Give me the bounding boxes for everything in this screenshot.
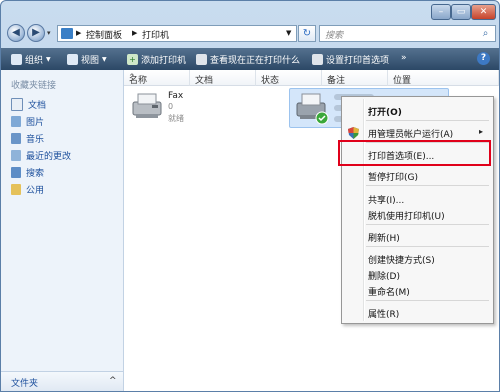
address-separator[interactable]: ▶: [76, 29, 81, 37]
folders-bar[interactable]: 文件夹 ^: [1, 371, 124, 391]
sidebar-item-label: 最近的更改: [26, 152, 72, 162]
printer-queue-icon: [196, 54, 207, 65]
menu-separator: [366, 246, 489, 247]
menu-item-sharing[interactable]: 共享(I)...: [368, 193, 404, 206]
views-icon: [67, 54, 78, 65]
navigation-pane: 收藏夹链接 文档 图片 音乐 最近的更改 搜索 公用: [1, 70, 124, 371]
menu-item-properties[interactable]: 属性(R): [368, 307, 399, 320]
search-icon[interactable]: ⌕: [479, 27, 492, 40]
column-label: 状态: [261, 76, 280, 86]
menu-separator: [366, 185, 489, 186]
public-folder-icon: [11, 184, 21, 195]
menu-item-run-as-admin[interactable]: 用管理员帐户运行(A): [368, 127, 453, 140]
menu-item-refresh[interactable]: 刷新(H): [368, 231, 400, 244]
menu-separator: [366, 120, 489, 121]
sidebar-item-label: 文档: [28, 101, 47, 111]
sidebar-item-recent-changes[interactable]: 最近的更改: [11, 149, 71, 162]
refresh-icon[interactable]: ↻: [298, 25, 316, 42]
breadcrumb-separator[interactable]: ▶: [132, 29, 137, 37]
context-menu: 打开(O) 用管理员帐户运行(A) ▸ 打印首选项(E)... 暂停打印(G) …: [341, 96, 494, 324]
more-label: »: [401, 53, 407, 63]
menu-gutter: [363, 99, 365, 321]
sidebar-item-search[interactable]: 搜索: [11, 166, 44, 179]
uac-shield-icon: [348, 127, 359, 139]
add-printer-label: 添加打印机: [141, 56, 187, 66]
menu-separator: [366, 224, 489, 225]
column-header-comments[interactable]: 备注: [322, 70, 388, 86]
organize-icon: [11, 54, 22, 65]
menu-item-rename[interactable]: 重命名(M): [368, 285, 410, 298]
column-header-status[interactable]: 状态: [256, 70, 322, 86]
music-icon: [11, 133, 21, 144]
more-commands-button[interactable]: »: [401, 53, 407, 63]
sort-ascending-icon: ^: [129, 73, 135, 81]
forward-button[interactable]: ▶: [27, 24, 45, 42]
column-header-name[interactable]: 名称 ^: [124, 70, 190, 86]
search-icon: [11, 167, 21, 178]
submenu-arrow-icon: ▸: [479, 127, 484, 136]
folders-label: 文件夹: [11, 379, 39, 389]
control-panel-icon: [61, 28, 73, 39]
command-bar: 组织 ▼ 视图 ▼ + 添加打印机 查看现在正在打印什么 设置打印首选项 »: [1, 48, 499, 70]
chevron-up-icon[interactable]: ^: [109, 376, 117, 386]
column-header-documents[interactable]: 文档: [190, 70, 256, 86]
see-printing-label: 查看现在正在打印什么: [210, 56, 301, 66]
recent-changes-icon: [11, 150, 21, 161]
annotation-highlight-box: [338, 140, 491, 166]
set-preferences-button[interactable]: 设置打印首选项: [312, 53, 389, 66]
views-button[interactable]: 视图 ▼: [67, 53, 107, 66]
sidebar-item-music[interactable]: 音乐: [11, 132, 44, 145]
search-placeholder: 搜索: [325, 31, 344, 41]
menu-separator: [366, 300, 489, 301]
address-bar[interactable]: ▶ 控制面板 ▶ 打印机 ▼: [57, 25, 297, 42]
explorer-window: – ▭ ✕ ◀ ▶ ▾ ▶ 控制面板 ▶ 打印机 ▼ ↻ 搜索 ⌕ 组织 ▼ 视…: [0, 0, 500, 392]
back-button[interactable]: ◀: [7, 24, 25, 42]
set-preferences-label: 设置打印首选项: [326, 56, 390, 66]
sidebar-item-label: 音乐: [26, 135, 45, 145]
breadcrumb-control-panel[interactable]: 控制面板: [86, 28, 122, 41]
printer-status: 就绪: [168, 114, 184, 123]
printer-name: Fax: [168, 91, 184, 101]
sidebar-item-documents[interactable]: 文档: [11, 98, 46, 111]
add-printer-icon: +: [127, 54, 138, 65]
column-label: 文档: [195, 76, 214, 86]
pictures-icon: [11, 116, 21, 127]
column-label: 位置: [393, 76, 412, 86]
close-button[interactable]: ✕: [471, 4, 496, 20]
sidebar-item-label: 图片: [26, 118, 45, 128]
minimize-button[interactable]: –: [431, 4, 451, 20]
document-icon: [11, 98, 23, 111]
help-icon[interactable]: ?: [477, 52, 490, 65]
organize-label: 组织: [25, 56, 44, 66]
menu-item-use-offline[interactable]: 脱机使用打印机(U): [368, 209, 445, 222]
sidebar-item-pictures[interactable]: 图片: [11, 115, 44, 128]
chevron-down-icon: ▼: [46, 56, 51, 63]
chevron-down-icon: ▼: [102, 56, 107, 63]
address-dropdown-icon[interactable]: ▼: [286, 29, 291, 37]
menu-item-delete[interactable]: 删除(D): [368, 269, 400, 282]
sidebar-item-label: 搜索: [26, 169, 45, 179]
column-label: 备注: [327, 76, 346, 86]
sidebar-item-public[interactable]: 公用: [11, 183, 44, 196]
favorite-links-header: 收藏夹链接: [11, 81, 57, 91]
recent-pages-dropdown[interactable]: ▾: [47, 29, 51, 37]
search-box[interactable]: 搜索 ⌕: [319, 25, 496, 42]
menu-item-pause-printing[interactable]: 暂停打印(G): [368, 170, 418, 183]
sidebar-item-label: 公用: [26, 186, 45, 196]
default-printer-icon: [296, 93, 329, 125]
printer-preferences-icon: [312, 54, 323, 65]
fax-printer-icon: [132, 93, 162, 118]
menu-item-create-shortcut[interactable]: 创建快捷方式(S): [368, 253, 435, 266]
views-label: 视图: [81, 56, 100, 66]
breadcrumb-printers[interactable]: 打印机: [142, 28, 169, 41]
see-printing-button[interactable]: 查看现在正在打印什么: [196, 53, 300, 66]
add-printer-button[interactable]: + 添加打印机: [127, 53, 186, 66]
printer-documents: 0: [168, 102, 174, 111]
maximize-button[interactable]: ▭: [451, 4, 471, 20]
column-header-location[interactable]: 位置: [388, 70, 499, 86]
menu-item-open[interactable]: 打开(O): [368, 105, 402, 118]
organize-button[interactable]: 组织 ▼: [11, 53, 51, 66]
